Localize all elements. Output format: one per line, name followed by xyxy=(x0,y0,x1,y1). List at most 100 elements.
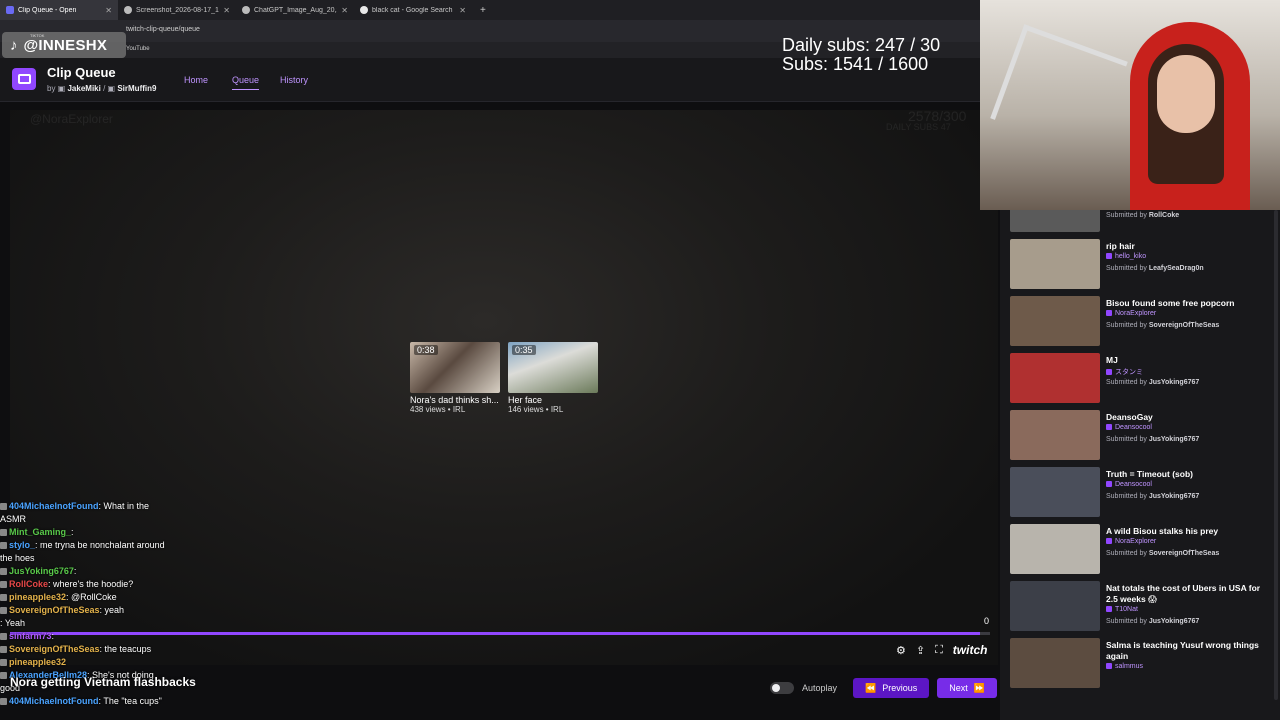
chat-username[interactable]: pineapplee32 xyxy=(9,657,66,667)
tab-chatgpt-image[interactable]: ChatGPT_Image_Aug_20,2026... ✕ xyxy=(236,0,354,20)
app-byline: by ▣ JakeMiki / ▣ SirMuffin9 xyxy=(47,84,156,93)
ghost-daily: DAILY SUBS 47 xyxy=(886,122,951,132)
daily-subs-text: Daily subs: 247 / 30 xyxy=(782,35,941,55)
author-separator: / xyxy=(103,84,106,93)
queue-item[interactable]: Salma is teaching Yusuf wrong things aga… xyxy=(1010,638,1265,690)
autoplay-label: Autoplay xyxy=(802,683,838,693)
queue-thumbnail xyxy=(1010,581,1100,631)
nav-history[interactable]: History xyxy=(280,75,308,85)
chat-username[interactable]: SovereignOfTheSeas xyxy=(9,644,100,654)
suggested-clip[interactable]: 0:38 Nora's dad thinks sh... 438 views •… xyxy=(410,342,500,414)
queue-item[interactable]: Nat totals the cost of Ubers in USA for … xyxy=(1010,581,1265,633)
close-tab-icon[interactable]: ✕ xyxy=(223,6,230,15)
chat-text: : What in the xyxy=(98,501,150,511)
chat-username[interactable]: pineapplee32 xyxy=(9,592,66,602)
chat-username[interactable]: 404MichaelnotFound xyxy=(9,696,99,706)
submitted-by-label: Submitted by xyxy=(1106,618,1147,625)
queue-creator[interactable]: NoraExplorer xyxy=(1106,538,1156,545)
share-icon[interactable]: ⇪ xyxy=(916,644,925,657)
settings-icon[interactable]: ⚙ xyxy=(896,644,906,657)
close-tab-icon[interactable]: ✕ xyxy=(459,6,466,15)
chat-username[interactable]: RollCoke xyxy=(9,579,48,589)
new-tab-icon[interactable]: + xyxy=(472,5,494,16)
author-link[interactable]: JakeMiki xyxy=(67,84,100,93)
app-title: Clip Queue xyxy=(47,65,116,80)
queue-thumbnail xyxy=(1010,296,1100,346)
queue-item[interactable]: DeansoGay Deansocool Submitted by JusYokin… xyxy=(1010,410,1265,462)
tiktok-label: TIKTOK xyxy=(30,33,45,38)
queue-creator[interactable]: Deansocool xyxy=(1106,424,1152,431)
queue-creator[interactable]: T10Nat xyxy=(1106,606,1138,613)
chat-text: : xyxy=(73,566,77,576)
queue-item[interactable]: Submitted by RollCoke xyxy=(1010,210,1265,234)
queue-scrollbar[interactable] xyxy=(1274,210,1278,700)
queue-item[interactable]: A wild Bisou stalks his prey NoraExplorer… xyxy=(1010,524,1265,576)
next-button[interactable]: Next ⏩ xyxy=(937,678,997,698)
twitch-user-icon xyxy=(1106,481,1112,488)
queue-creator[interactable]: salmmus xyxy=(1106,663,1143,670)
queue-submitter: Submitted by JusYoking6767 xyxy=(1106,436,1199,443)
submitter-name: JusYoking6767 xyxy=(1148,379,1200,386)
queue-submitter: Submitted by SovereignOfTheSeas xyxy=(1106,322,1219,329)
chat-username[interactable]: JusYoking6767 xyxy=(9,566,74,576)
chat-username[interactable]: sinfarm73 xyxy=(9,631,52,641)
chat-badge-icon xyxy=(0,659,7,667)
chat-badge-icon xyxy=(0,542,7,550)
queue-creator[interactable]: NoraExplorer xyxy=(1106,310,1156,317)
chat-text: : the teacups xyxy=(99,644,152,654)
bookmark-youtube[interactable]: YouTube xyxy=(126,46,150,52)
clip-queue-logo-icon xyxy=(12,68,36,90)
queue-item[interactable]: MJ スタンミ Submitted by JusYoking6767 xyxy=(1010,353,1265,405)
queue-creator[interactable]: スタンミ xyxy=(1106,367,1143,377)
creator-name: スタンミ xyxy=(1115,369,1143,376)
autoplay-toggle[interactable] xyxy=(770,682,794,694)
tiktok-watermark: TIKTOK ♪ @INNESHX xyxy=(2,32,126,58)
queue-title: Bisou found some free popcorn xyxy=(1106,298,1235,308)
creator-name: salmmus xyxy=(1115,663,1144,670)
clip-meta: 438 views • IRL xyxy=(410,405,466,414)
queue-submitter: Submitted by JusYoking6767 xyxy=(1106,493,1199,500)
chat-badge-icon xyxy=(0,568,7,576)
suggested-clip[interactable]: 0:35 Her face 146 views • IRL xyxy=(508,342,598,414)
twitch-logo[interactable]: twitch xyxy=(953,643,988,657)
chat-username[interactable]: Mint_Gaming_ xyxy=(9,527,71,537)
streamer-face xyxy=(1157,55,1215,133)
tab-screenshot[interactable]: Screenshot_2026-08-17_1749... ✕ xyxy=(118,0,236,20)
nav-home[interactable]: Home xyxy=(184,75,208,85)
chat-username[interactable]: SovereignOfTheSeas xyxy=(9,605,100,615)
tab-clip-queue[interactable]: Clip Queue - Open ✕ xyxy=(0,0,118,20)
queue-item[interactable]: Bisou found some free popcorn NoraExplore… xyxy=(1010,296,1265,348)
submitted-by-label: Submitted by xyxy=(1106,493,1147,500)
ghost-username: @NoraExplorer xyxy=(30,112,113,126)
by-label: by xyxy=(47,84,56,93)
queue-creator[interactable]: hello_kiko xyxy=(1106,253,1146,260)
close-tab-icon[interactable]: ✕ xyxy=(341,6,348,15)
rewind-icon: ⏪ xyxy=(865,682,877,693)
clip-meta: 146 views • IRL xyxy=(508,405,564,414)
microphone-arm xyxy=(990,24,1128,156)
queue-item[interactable]: rip hair hello_kiko Submitted by LeafySeaD… xyxy=(1010,239,1265,291)
tab-google-search[interactable]: black cat - Google Search ✕ xyxy=(354,0,472,20)
fullscreen-icon[interactable]: ⛶ xyxy=(935,644,943,657)
queue-creator[interactable]: Deansocool xyxy=(1106,481,1152,488)
tiktok-handle: @INNESHX xyxy=(23,36,108,54)
chat-username[interactable]: stylo_ xyxy=(9,540,35,550)
creator-name: Deansocool xyxy=(1115,481,1152,488)
url-text: twitch-clip-queue/queue xyxy=(126,26,200,33)
total-subs-text: Subs: 1541 / 1600 xyxy=(782,54,929,74)
chat-text: : me tryna be nonchalant around xyxy=(35,540,165,550)
previous-button[interactable]: ⏪ Previous xyxy=(853,678,930,698)
queue-submitter: Submitted by JusYoking6767 xyxy=(1106,618,1199,625)
chat-badge-icon xyxy=(0,503,7,511)
submitter-name: LeafySeaDrag0n xyxy=(1148,265,1204,272)
close-tab-icon[interactable]: ✕ xyxy=(105,6,112,15)
submitted-by-label: Submitted by xyxy=(1106,379,1147,386)
chat-username[interactable]: 404MichaelnotFound xyxy=(9,501,99,511)
author-link[interactable]: SirMuffin9 xyxy=(117,84,156,93)
clip-title: Nora's dad thinks sh... xyxy=(410,395,499,405)
clip-title: Her face xyxy=(508,395,543,405)
queue-thumbnail xyxy=(1010,239,1100,289)
queue-thumbnail xyxy=(1010,524,1100,574)
nav-queue[interactable]: Queue xyxy=(232,75,260,90)
queue-item[interactable]: Truth = Timeout (sob) Deansocool Submitted… xyxy=(1010,467,1265,519)
